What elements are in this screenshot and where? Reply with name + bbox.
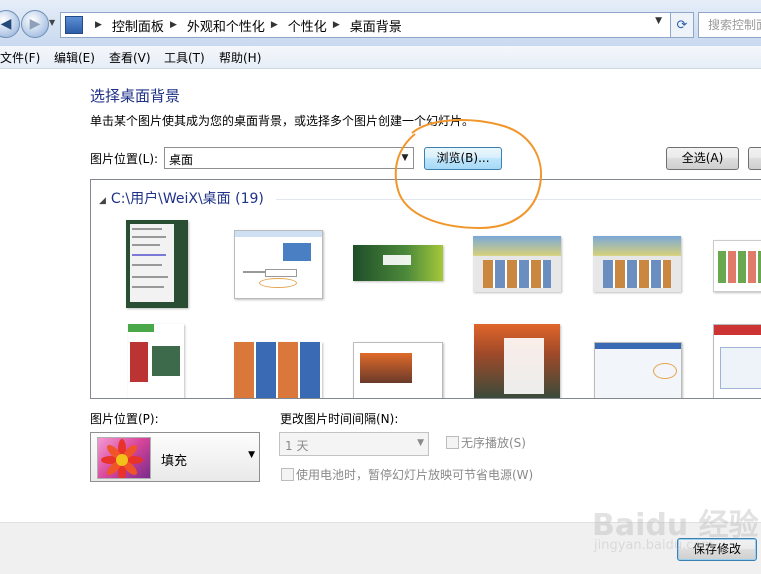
chevron-down-icon: ▼: [417, 438, 424, 448]
shuffle-checkbox[interactable]: [446, 436, 459, 449]
wallpaper-thumbnail[interactable]: [593, 236, 681, 292]
chevron-down-icon: ▼: [401, 153, 409, 163]
interval-value: 1 天: [285, 439, 309, 453]
page-title: 选择桌面背景: [90, 87, 181, 105]
wallpaper-thumbnail[interactable]: [713, 324, 761, 398]
wallpaper-thumbnail[interactable]: [713, 240, 761, 292]
wallpaper-thumbnail[interactable]: [594, 342, 682, 398]
battery-pause-checkbox[interactable]: [281, 468, 294, 481]
refresh-button[interactable]: ⟳: [670, 12, 694, 38]
browse-button[interactable]: 浏览(B)...: [424, 147, 502, 170]
wallpaper-thumbnail[interactable]: [474, 324, 560, 398]
breadcrumb-separator-icon[interactable]: ▶: [271, 20, 278, 30]
breadcrumb-appearance[interactable]: 外观和个性化: [187, 16, 265, 35]
wallpaper-thumbnail[interactable]: [234, 342, 322, 398]
position-preview-image: [97, 437, 151, 479]
picture-position-label: 图片位置(P):: [90, 412, 159, 426]
back-button[interactable]: ◀: [0, 10, 20, 38]
forward-button[interactable]: ▶: [21, 10, 49, 38]
menu-edit[interactable]: 编辑(E): [54, 49, 95, 66]
battery-pause-label[interactable]: 使用电池时，暂停幻灯片放映可节省电源(W): [296, 466, 533, 483]
breadcrumb-separator-icon[interactable]: ▶: [170, 20, 177, 30]
picture-position-value: 填充: [161, 454, 188, 469]
address-history-dropdown-icon[interactable]: ▼: [655, 16, 662, 26]
collapse-triangle-icon: ◢: [99, 196, 106, 206]
breadcrumb-personalization[interactable]: 个性化: [288, 16, 327, 35]
recent-pages-dropdown[interactable]: ▼: [49, 18, 57, 28]
interval-select[interactable]: 1 天 ▼: [279, 432, 429, 456]
select-all-button[interactable]: 全选(A): [666, 147, 739, 170]
wallpaper-thumbnail[interactable]: [353, 342, 443, 398]
chevron-down-icon: ▼: [49, 18, 56, 27]
wallpaper-thumbnail[interactable]: [353, 245, 443, 281]
breadcrumb-separator-icon: ▶: [95, 20, 102, 30]
menu-help[interactable]: 帮助(H): [219, 49, 261, 66]
picture-position-select[interactable]: 填充 ▼: [90, 432, 260, 482]
interval-label: 更改图片时间间隔(N):: [280, 412, 399, 426]
group-divider: [276, 199, 761, 200]
search-input[interactable]: 搜索控制面板: [698, 12, 761, 38]
menu-file[interactable]: 文件(F): [0, 49, 40, 66]
arrow-right-icon: ▶: [29, 16, 41, 32]
wallpaper-thumbnail[interactable]: [234, 230, 323, 299]
breadcrumb-desktop-background[interactable]: 桌面背景: [350, 16, 402, 35]
menu-bar: 文件(F) 编辑(E) 查看(V) 工具(T) 帮助(H): [0, 46, 761, 69]
breadcrumb-separator-icon[interactable]: ▶: [333, 20, 340, 30]
watermark-url: jingyan.baidu.com: [594, 538, 714, 553]
clear-all-button[interactable]: [748, 147, 761, 170]
flower-image: [101, 439, 143, 478]
breadcrumb-control-panel[interactable]: 控制面板: [112, 16, 164, 35]
gallery-group-title: C:\用户\WeiX\桌面 (19): [110, 191, 264, 207]
wallpaper-thumbnail[interactable]: [473, 236, 561, 292]
baidu-watermark-logo: Baidu 经验 jingyan.baidu.com: [584, 498, 759, 558]
menu-view[interactable]: 查看(V): [109, 49, 151, 66]
picture-location-label: 图片位置(L):: [90, 152, 159, 166]
wallpaper-thumbnail[interactable]: [128, 324, 184, 398]
picture-location-value: 桌面: [169, 153, 194, 167]
menu-tools[interactable]: 工具(T): [164, 49, 205, 66]
page-description: 单击某个图片使其成为您的桌面背景，或选择多个图片创建一个幻灯片。: [90, 114, 475, 128]
shuffle-label[interactable]: 无序播放(S): [461, 434, 526, 451]
wallpaper-thumbnail[interactable]: [126, 220, 188, 308]
address-toolbar: ◀ ▶ ▼ ▶ 控制面板 ▶ 外观和个性化 ▶ 个性化 ▶ 桌面背景 ▼ ⟳ 搜…: [0, 0, 761, 47]
gallery-group-header[interactable]: ◢ C:\用户\WeiX\桌面 (19): [99, 188, 264, 208]
picture-location-select[interactable]: 桌面 ▼: [164, 147, 414, 169]
arrow-left-icon: ◀: [0, 16, 12, 32]
address-bar[interactable]: ▶ 控制面板 ▶ 外观和个性化 ▶ 个性化 ▶ 桌面背景 ▼: [60, 12, 671, 38]
wallpaper-gallery[interactable]: ◢ C:\用户\WeiX\桌面 (19): [90, 179, 761, 399]
refresh-icon: ⟳: [676, 17, 688, 33]
chevron-down-icon: ▼: [248, 450, 255, 460]
control-panel-icon: [65, 16, 83, 34]
